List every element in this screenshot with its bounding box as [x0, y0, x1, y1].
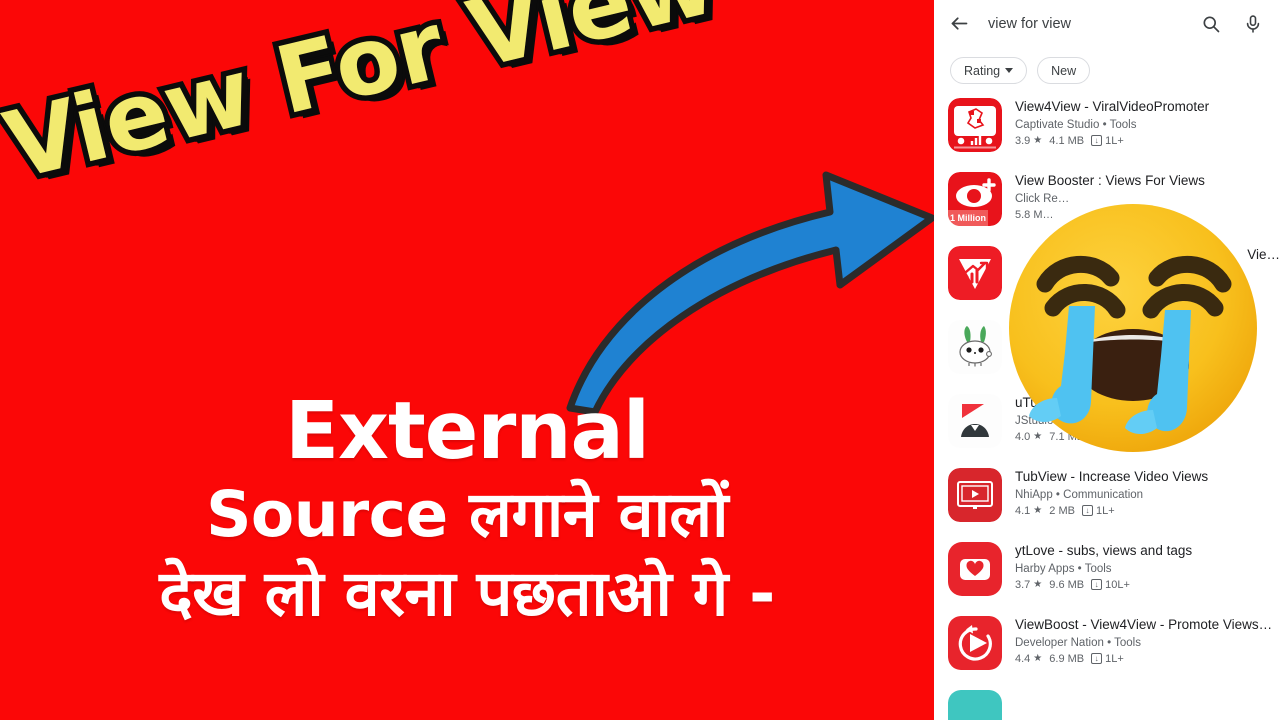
separator-dot: • [1055, 488, 1060, 501]
thumbnail-caption: External Source लगाने वालों देख लो वरना … [0, 385, 934, 630]
separator-dot: • [1107, 636, 1112, 649]
app-list-item[interactable]: ViewBoost - View4View - Promote Views… D… [948, 614, 1280, 688]
app-downloads: 10L+ [1105, 578, 1130, 591]
app-info: ViewBoost - View4View - Promote Views… D… [1015, 616, 1280, 665]
app-downloads: 1L+ [1095, 504, 1115, 517]
search-icon[interactable] [1198, 11, 1224, 37]
app-developer: Harby Apps • Tools [1015, 563, 1280, 575]
app-stats: 4.1 ★ 2 MB ↓ 1L+ [1015, 505, 1280, 517]
download-icon: ↓ [1091, 653, 1103, 665]
filter-chip-rating-label: Rating [964, 63, 1001, 78]
back-arrow-icon[interactable] [946, 11, 972, 37]
app-title: ytLove - subs, views and tags [1015, 543, 1193, 558]
star-icon: ★ [1033, 579, 1043, 591]
app-info: TubView - Increase Video Views NhiApp • … [1015, 468, 1280, 517]
app-category: Tools [1084, 562, 1112, 575]
caption-line-2: Source लगाने वालों [206, 478, 728, 551]
app-downloads: 1L+ [1105, 652, 1124, 665]
app-info: ytLove - subs, views and tags Harby Apps… [1015, 542, 1280, 591]
app-info: View4View - ViralVideoPromoter Captivate… [1015, 98, 1280, 147]
caption-line-3: देख लो वरना पछताओ गे - [159, 557, 775, 630]
app-rating: 4.4 [1015, 652, 1031, 665]
download-icon: ↓ [1081, 505, 1093, 517]
loudly-crying-face-emoji [1009, 204, 1257, 452]
view4view-app-icon [948, 98, 1002, 152]
search-input[interactable]: view for view [988, 16, 1198, 32]
app-size: 6.9 MB [1049, 652, 1085, 665]
app-stats: 3.9 ★ 4.1 MB ↓ 1L+ [1015, 135, 1280, 147]
caption-line-1: External [285, 385, 650, 477]
star-icon: ★ [1033, 653, 1043, 665]
developer-name: NhiApp [1015, 488, 1053, 501]
app-rating: 4.1 [1015, 504, 1031, 517]
curved-arrow-icon [566, 171, 934, 416]
app-developer: Developer Nation • Tools [1015, 637, 1280, 649]
microphone-icon[interactable] [1240, 11, 1266, 37]
store-search-header: view for view [934, 0, 1280, 47]
app-developer: Captivate Studio • Tools [1015, 119, 1280, 131]
developer-name: Developer Nation [1015, 636, 1104, 649]
separator-dot: • [1077, 562, 1082, 575]
app-list-item[interactable] [948, 688, 1280, 720]
app-title: View4View - ViralVideoPromoter [1015, 99, 1210, 114]
filter-chip-new-label: New [1051, 63, 1077, 78]
partial-app-icon [948, 690, 1002, 720]
app-stats: 4.4 ★ 6.9 MB ↓ 1L+ [1015, 653, 1280, 665]
tubview-app-icon [948, 468, 1002, 522]
app-rating: 3.9 [1015, 134, 1031, 147]
star-icon: ★ [1033, 505, 1043, 517]
app-developer: NhiApp • Communication [1015, 489, 1280, 501]
app-list-item[interactable]: TubView - Increase Video Views NhiApp • … [948, 466, 1280, 540]
app-title: ViewBoost - View4View - Promote Views… [1015, 617, 1273, 632]
app-size: 2 MB [1049, 504, 1075, 517]
bunny-app-icon [948, 320, 1002, 374]
app-title: View Booster : Views For Views [1015, 173, 1205, 188]
filter-chip-new[interactable]: New [1037, 57, 1091, 84]
svg-text:1 Million: 1 Million [950, 213, 986, 223]
app-downloads: 1L+ [1105, 134, 1124, 147]
app-list-item[interactable]: View4View - ViralVideoPromoter Captivate… [948, 96, 1280, 170]
ytlove-app-icon [948, 542, 1002, 596]
app-category: Communication [1063, 488, 1144, 501]
app-list-item[interactable]: ytLove - subs, views and tags Harby Apps… [948, 540, 1280, 614]
utubex-app-icon [948, 394, 1002, 448]
chevron-down-icon [1005, 68, 1014, 73]
view-growth-app-icon [948, 246, 1002, 300]
filter-chip-rating[interactable]: Rating [950, 57, 1028, 84]
separator-dot: • [1102, 118, 1107, 131]
app-size: 4.1 MB [1049, 134, 1085, 147]
app-rating: 3.7 [1015, 578, 1031, 591]
download-icon: ↓ [1091, 579, 1103, 591]
app-category: Tools [1114, 636, 1141, 649]
app-stats: 3.7 ★ 9.6 MB ↓ 10L+ [1015, 579, 1280, 591]
developer-name: Harby Apps [1015, 562, 1075, 575]
view-booster-app-icon: 1 Million [948, 172, 1002, 226]
download-icon: ↓ [1091, 135, 1103, 147]
filter-chip-row: Rating New [934, 47, 1280, 96]
app-size: 9.6 MB [1049, 578, 1085, 591]
star-icon: ★ [1033, 135, 1043, 147]
screenshot-root: View For View External Source लगाने वालो… [0, 0, 1280, 720]
viewboost-app-icon [948, 616, 1002, 670]
developer-name: Captivate Studio [1015, 118, 1100, 131]
video-thumbnail-panel: View For View External Source लगाने वालो… [0, 0, 934, 720]
app-title: TubView - Increase Video Views [1015, 469, 1209, 484]
app-category: Tools [1109, 118, 1137, 131]
